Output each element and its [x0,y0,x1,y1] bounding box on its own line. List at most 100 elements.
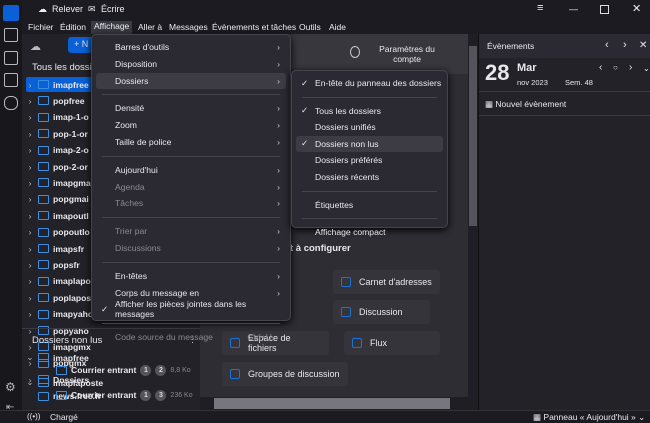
menu-item[interactable]: Dossiers récents [296,169,443,185]
chevron-right-icon[interactable]: › [26,96,34,106]
chevron-right-icon[interactable]: › [26,162,34,172]
next-icon[interactable]: › [623,39,627,51]
folder-size: 236 Ko [170,391,193,399]
menu-item-label: Dossiers récents [315,172,379,182]
menu-item[interactable]: Densité › [96,100,286,116]
menu-item[interactable]: Code source du message Ctrl+U [96,329,286,345]
menu-go[interactable]: Aller à [138,22,162,32]
menu-item-label: Étiquettes [315,199,354,210]
menu-item[interactable]: Affichage compact [296,224,443,240]
chevron-right-icon[interactable]: › [26,244,34,254]
chevron-down-icon[interactable]: ⌄ [26,352,34,363]
chevron-right-icon[interactable]: › [26,260,34,270]
chevron-right-icon[interactable]: › [26,293,34,303]
menu-item[interactable]: Aujourd'hui › [96,162,286,178]
newsgroups-card[interactable]: Groupes de discussion [222,362,348,386]
chevron-right-icon[interactable]: › [26,309,34,319]
chevron-right-icon: › [277,198,280,209]
app-menu-icon[interactable]: ≡ [537,2,543,14]
menu-item[interactable]: Taille de police › [96,134,286,150]
checkmark-icon: ✓ [101,303,109,314]
menu-item[interactable]: ✓ Afficher les pièces jointes dans les me… [96,299,286,319]
account-icon [38,80,49,89]
chevron-right-icon[interactable]: › [26,129,34,139]
unread-folder-row[interactable]: Courrier entrant 1 3 236 Ko [52,388,200,403]
menu-item[interactable]: ✓ Dossiers non lus [296,135,443,152]
get-messages-icon[interactable]: ☁ [30,40,41,53]
card-label: Flux [370,338,388,348]
close-button[interactable]: ✕ [632,2,641,15]
horizontal-scrollbar[interactable] [200,397,478,410]
menu-item[interactable]: ✓ En-tête du panneau des dossiers [296,75,443,91]
chevron-down-icon[interactable]: ⌄ [26,377,34,388]
chevron-right-icon[interactable]: › [26,145,34,155]
chevron-right-icon[interactable]: › [26,211,34,221]
close-icon[interactable]: ✕ [639,40,647,51]
chevron-right-icon[interactable]: › [26,276,34,286]
card-label: Discussion [359,307,403,317]
total-count-badge: 2 [155,364,167,376]
calendar-icon[interactable] [4,51,18,65]
menu-help[interactable]: Aide [329,22,346,32]
menu-item[interactable]: Zoom › [96,117,286,133]
menu-item[interactable]: Dossiers › [96,72,286,89]
tasks-icon[interactable] [4,73,18,87]
account-settings-button[interactable]: Paramètres du compte [372,44,442,64]
card-label: Groupes de discussion [248,369,340,379]
chevron-right-icon[interactable]: › [26,112,34,122]
menu-item[interactable]: Étiquettes [296,197,443,213]
account-icon [38,162,49,171]
menu-edit[interactable]: Édition [60,22,86,32]
today-icon[interactable]: ○ [613,63,618,72]
inbox-icon [56,390,67,400]
menu-item[interactable]: Trier par › [96,223,286,239]
feeds-card[interactable]: Flux [344,331,440,355]
menu-tools[interactable]: Outils [299,22,321,32]
minimize-button[interactable]: — [569,4,578,14]
vertical-scrollbar[interactable] [468,34,478,397]
menu-item[interactable]: Corps du message en › [96,285,286,301]
today-pane-toggle[interactable]: ▦ Panneau « Aujourd'hui » ⌄ [533,412,645,423]
next-day-icon[interactable]: › [629,62,632,73]
address-book-icon[interactable] [4,28,18,42]
status-text: Chargé [50,412,78,422]
menu-messages[interactable]: Messages [169,22,208,32]
chevron-right-icon[interactable]: › [26,80,34,90]
get-mail-button[interactable]: Relever [52,4,83,14]
menu-item[interactable]: Tâches › [96,195,286,211]
new-event-button[interactable]: ▦ Nouvel évènement [479,92,650,116]
chat-icon[interactable] [4,96,18,110]
checkmark-icon: ✓ [301,105,309,116]
chevron-right-icon[interactable]: › [26,227,34,237]
mail-icon[interactable] [3,5,19,21]
settings-icon[interactable]: ⚙ [5,380,16,394]
menu-events[interactable]: Évènements et tâches [212,22,296,32]
menu-view[interactable]: Affichage [91,21,133,34]
write-button[interactable]: Écrire [101,4,125,14]
chevron-right-icon[interactable]: › [26,326,34,336]
chat-card[interactable]: Discussion [333,300,430,324]
menu-item-label: Tous les dossiers [315,105,381,116]
menu-item[interactable]: Dossiers préférés [296,152,443,168]
menu-item[interactable]: En-têtes › [96,268,286,284]
menu-item[interactable]: Discussions › [96,240,286,256]
maximize-button[interactable] [600,5,609,14]
chevron-right-icon[interactable]: › [26,178,34,188]
online-status-icon[interactable]: ((•)) [27,412,40,421]
menu-item[interactable]: Disposition › [96,56,286,72]
menu-item[interactable]: Barres d'outils › [96,39,286,55]
menu-item[interactable]: Dossiers unifiés [296,119,443,135]
chevron-right-icon: › [277,164,280,175]
chevron-right-icon[interactable]: › [26,194,34,204]
menu-item[interactable]: Agenda › [96,179,286,195]
previous-icon[interactable]: ‹ [605,39,609,51]
prev-day-icon[interactable]: ‹ [599,62,602,73]
menu-item[interactable]: ✓ Tous les dossiers [296,103,443,119]
menu-file[interactable]: Fichier [28,22,54,32]
expand-icon[interactable]: ⌄ [643,64,650,73]
account-label: imapfree [53,352,89,363]
folder-label: pop-2-or [53,161,88,172]
checkmark-icon: ✓ [301,77,309,88]
address-book-card[interactable]: Carnet d'adresses [333,270,440,294]
globe-icon [38,391,49,401]
